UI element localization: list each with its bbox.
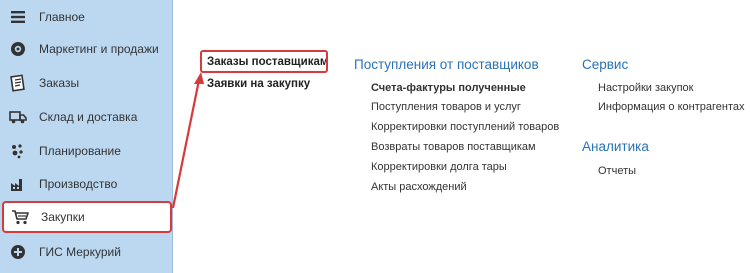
sidebar-item-mercury[interactable]: ГИС Меркурий	[0, 235, 173, 269]
sidebar-item-label: ГИС Меркурий	[39, 245, 121, 259]
sidebar-item-label: Закупки	[41, 210, 85, 224]
menu-icon	[9, 8, 27, 26]
section-title-receipts[interactable]: Поступления от поставщиков	[354, 57, 539, 72]
truck-icon	[9, 108, 27, 126]
sidebar-item-orders[interactable]: Заказы	[0, 66, 173, 100]
sidebar-item-label: Производство	[39, 177, 118, 191]
arrow-head	[194, 72, 204, 84]
section-title-service[interactable]: Сервис	[582, 57, 628, 72]
section-title-analytics[interactable]: Аналитика	[582, 139, 649, 154]
planning-icon	[9, 142, 27, 160]
link-invoices-received[interactable]: Счета-фактуры полученные	[371, 82, 526, 94]
orders-icon	[9, 74, 27, 92]
link-tare-debt-adjustments[interactable]: Корректировки долга тары	[371, 161, 507, 173]
sidebar-item-label: Склад и доставка	[39, 110, 138, 124]
factory-icon	[9, 175, 27, 193]
link-discrepancy-acts[interactable]: Акты расхождений	[371, 181, 467, 193]
sidebar-item-planning[interactable]: Планирование	[0, 134, 173, 168]
marketing-icon	[9, 40, 27, 58]
arrow-shaft	[171, 79, 201, 209]
link-purchase-settings[interactable]: Настройки закупок	[598, 82, 693, 94]
link-returns-to-suppliers[interactable]: Возвраты товаров поставщикам	[371, 141, 536, 153]
highlight-box	[200, 50, 328, 73]
link-purchase-requests[interactable]: Заявки на закупку	[207, 78, 310, 90]
link-receipt-adjustments[interactable]: Корректировки поступлений товаров	[371, 121, 559, 133]
cart-icon	[11, 208, 29, 226]
sidebar-item-marketing[interactable]: Маркетинг и продажи	[0, 32, 173, 66]
sidebar-item-label: Планирование	[39, 144, 121, 158]
sidebar-item-main[interactable]: Главное	[0, 0, 173, 34]
mercury-icon	[9, 243, 27, 261]
link-reports[interactable]: Отчеты	[598, 165, 636, 177]
sidebar-item-warehouse[interactable]: Склад и доставка	[0, 100, 173, 134]
sidebar-item-purchases[interactable]: Закупки	[2, 201, 172, 233]
sidebar-item-label: Маркетинг и продажи	[39, 42, 159, 56]
sidebar-item-label: Главное	[39, 10, 85, 24]
sidebar-item-production[interactable]: Производство	[0, 167, 173, 201]
sidebar-item-label: Заказы	[39, 76, 80, 90]
link-goods-receipts[interactable]: Поступления товаров и услуг	[371, 101, 521, 113]
link-counterparty-info[interactable]: Информация о контрагентах	[598, 101, 744, 113]
sidebar: Главное Маркетинг и продажи Заказы Склад…	[0, 0, 173, 273]
